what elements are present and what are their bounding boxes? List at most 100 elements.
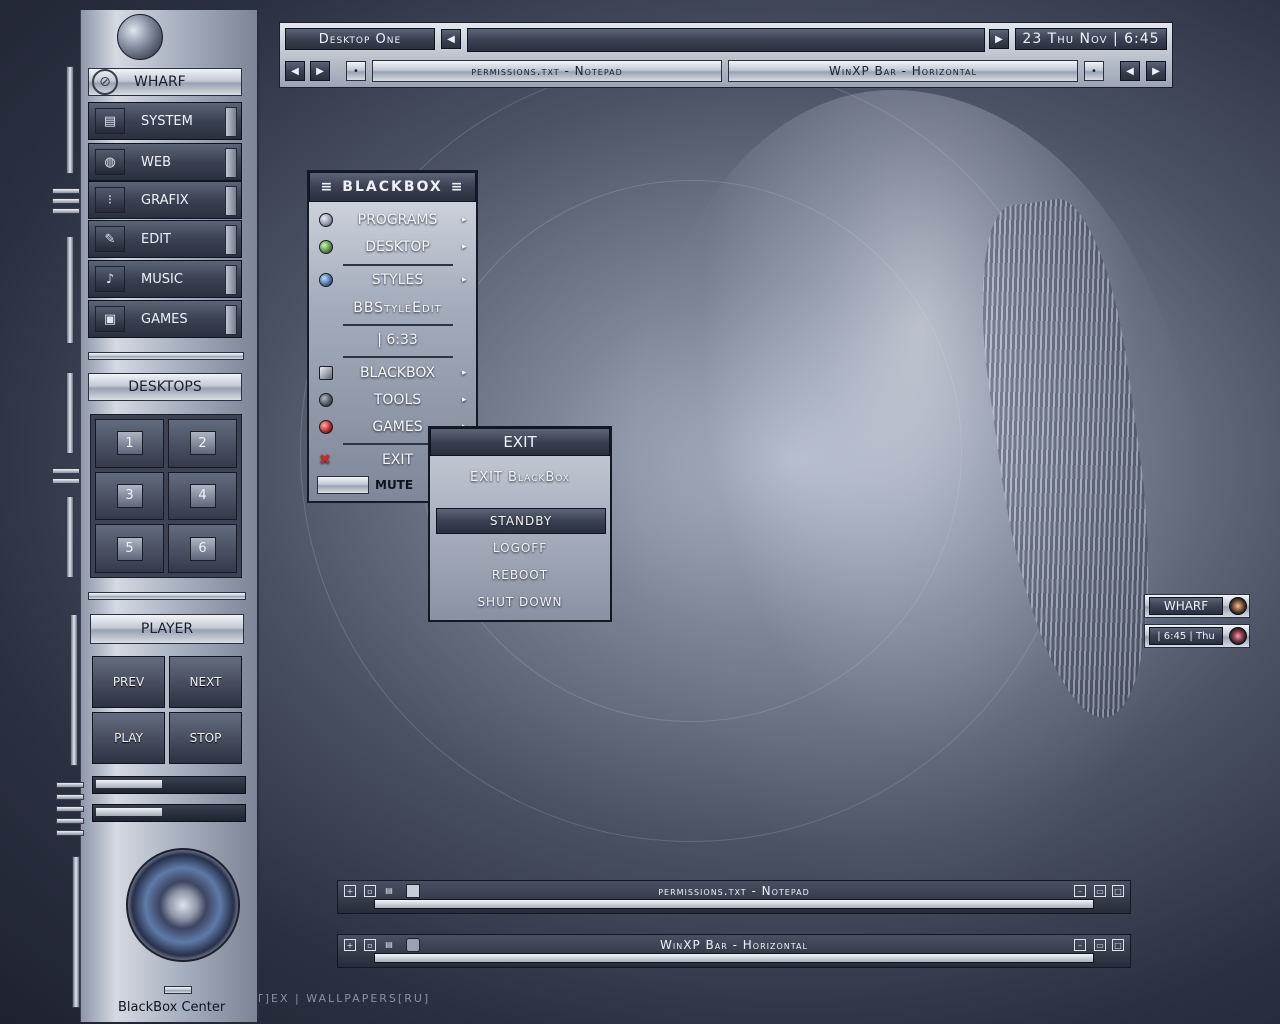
shade-icon[interactable]: ▭ xyxy=(1094,885,1106,897)
balance-slider[interactable] xyxy=(92,804,246,822)
wharf-item-grafix[interactable]: ⁝ GRAFIX xyxy=(88,181,242,219)
wharf-item-tab xyxy=(225,148,237,178)
globe-icon[interactable] xyxy=(117,14,163,60)
tray-dot-icon[interactable]: • xyxy=(1084,61,1104,81)
toolbar-window-label[interactable] xyxy=(467,28,985,52)
drag-handle[interactable] xyxy=(56,806,84,812)
wharf-divider xyxy=(88,352,244,360)
menu-title[interactable]: ≡ BLACKBOX ≡ xyxy=(309,172,476,202)
menu-item-label: TOOLS xyxy=(373,392,422,408)
drag-handle[interactable] xyxy=(52,208,80,214)
menu-item-tools[interactable]: TOOLS ▸ xyxy=(309,388,476,412)
drag-handle[interactable] xyxy=(52,478,80,484)
mini-clock[interactable]: | 6:45 | Thu xyxy=(1144,624,1250,648)
slider-fill xyxy=(96,780,162,788)
menu-item-reboot[interactable]: REBOOT xyxy=(436,564,604,586)
wharf-rail xyxy=(72,856,80,1008)
workspace-label[interactable]: Desktop One xyxy=(285,28,435,50)
record-icon[interactable] xyxy=(1229,627,1247,645)
taskbar-notepad[interactable]: + ▫ ▤ permissions.txt - Notepad – ▭ □ xyxy=(337,880,1131,914)
player-controls: PREV NEXT PLAY STOP xyxy=(92,656,242,764)
desktop-button-1[interactable]: 1 xyxy=(95,419,164,468)
menu-item-standby[interactable]: STANDBY xyxy=(436,508,606,534)
desktop-button-4[interactable]: 4 xyxy=(168,471,237,521)
menu-item-clock: | 6:33 xyxy=(309,328,476,352)
wharf-item-music[interactable]: ♪ MUSIC xyxy=(88,260,242,298)
stop-button[interactable]: STOP xyxy=(169,712,242,764)
submenu-arrow-icon: ▸ xyxy=(462,395,467,405)
wharf-item-tab xyxy=(225,107,237,137)
drag-handle[interactable] xyxy=(56,794,84,800)
workspace-prev-button[interactable]: ◀ xyxy=(441,29,461,49)
volume-slider[interactable] xyxy=(92,776,246,794)
globe-icon: ◍ xyxy=(95,149,125,175)
toolbar-clock[interactable]: 23 Thu Nov | 6:45 xyxy=(1015,28,1167,50)
toolbar-task-winxpbar[interactable]: WinXP Bar - Horizontal xyxy=(728,60,1078,82)
wharf-item-tab xyxy=(225,305,237,335)
wharf-item-games[interactable]: ▣ GAMES xyxy=(88,300,242,338)
menu-item-programs[interactable]: PROGRAMS ▸ xyxy=(309,208,476,232)
close-icon[interactable]: □ xyxy=(1112,939,1124,951)
task-next-button[interactable]: ▶ xyxy=(1146,61,1166,81)
drag-handle[interactable] xyxy=(56,782,84,788)
wharf-item-web[interactable]: ◍ WEB xyxy=(88,143,242,181)
menu-item-desktop[interactable]: DESKTOP ▸ xyxy=(309,235,476,259)
taskbar-progress xyxy=(374,899,1094,909)
wharf-title[interactable]: ⊘ WHARF xyxy=(88,68,242,96)
wharf-item-edit[interactable]: ✎ EDIT xyxy=(88,220,242,258)
blackbox-center-label: BlackBox Center xyxy=(118,1000,226,1015)
menu-item-exit-blackbox[interactable]: EXIT BlackBox xyxy=(436,466,604,488)
mute-toggle[interactable]: MUTE xyxy=(317,476,429,494)
submenu-arrow-icon: ▸ xyxy=(462,275,467,285)
tools-icon xyxy=(319,393,333,407)
drag-handle[interactable] xyxy=(56,818,84,824)
workspace-next-button[interactable]: ▶ xyxy=(989,29,1009,49)
games-icon xyxy=(319,420,333,434)
drag-handle[interactable] xyxy=(52,198,80,204)
close-icon[interactable]: □ xyxy=(1112,885,1124,897)
menu-item-blackbox[interactable]: BLACKBOX ▸ xyxy=(309,361,476,385)
no-entry-icon: ⊘ xyxy=(92,69,118,95)
arrow-left-icon: ◀ xyxy=(447,33,455,45)
minimize-icon[interactable]: – xyxy=(1074,885,1086,897)
task-prev-button[interactable]: ◀ xyxy=(1120,61,1140,81)
speaker-icon[interactable] xyxy=(126,848,240,962)
record-icon[interactable] xyxy=(1229,597,1247,615)
arrow-right-icon: ▶ xyxy=(995,33,1003,45)
desktop-button-6[interactable]: 6 xyxy=(168,524,237,573)
play-button[interactable]: PLAY xyxy=(92,712,165,764)
menu-item-label: DESKTOP xyxy=(365,239,430,255)
menu-grip-icon: ≡ xyxy=(450,179,465,195)
mute-slider xyxy=(317,476,369,494)
taskbar-progress xyxy=(374,953,1094,963)
desktop-button-5[interactable]: 5 xyxy=(95,524,164,573)
next-button[interactable]: NEXT xyxy=(169,656,242,708)
minimize-icon[interactable]: – xyxy=(1074,939,1086,951)
taskbar-winxpbar[interactable]: + ▫ ▤ WinXP Bar - Horizontal – ▭ □ xyxy=(337,934,1131,968)
task-next-button[interactable]: ▶ xyxy=(310,61,330,81)
drag-handle[interactable] xyxy=(56,830,84,836)
speaker-stand xyxy=(164,986,192,994)
menu-item-bbstyleedit[interactable]: BBStyleEdit xyxy=(309,296,476,320)
toolbar-task-notepad[interactable]: permissions.txt - Notepad xyxy=(372,60,722,82)
menu-item-logoff[interactable]: LOGOFF xyxy=(436,537,604,559)
menu-item-styles[interactable]: STYLES ▸ xyxy=(309,268,476,292)
tray-dot-icon[interactable]: • xyxy=(346,61,366,81)
menu-separator xyxy=(343,324,453,326)
desktop-button-3[interactable]: 3 xyxy=(95,471,164,521)
mini-wharf[interactable]: WHARF xyxy=(1144,594,1250,618)
drag-handle[interactable] xyxy=(52,468,80,474)
menu-separator xyxy=(343,356,453,358)
wharf-item-label: EDIT xyxy=(141,231,171,247)
wharf-item-system[interactable]: ▤ SYSTEM xyxy=(88,102,242,140)
desktop-number: 5 xyxy=(116,536,143,561)
menu-item-shutdown[interactable]: SHUT DOWN xyxy=(436,591,604,613)
shade-icon[interactable]: ▭ xyxy=(1094,939,1106,951)
wharf-rail xyxy=(66,236,74,344)
wharf-rail xyxy=(66,66,74,174)
drag-handle[interactable] xyxy=(52,188,80,194)
prev-button[interactable]: PREV xyxy=(92,656,165,708)
task-prev-button[interactable]: ◀ xyxy=(285,61,305,81)
desktop-button-2[interactable]: 2 xyxy=(168,419,237,468)
exit-submenu-title[interactable]: EXIT xyxy=(430,428,610,456)
